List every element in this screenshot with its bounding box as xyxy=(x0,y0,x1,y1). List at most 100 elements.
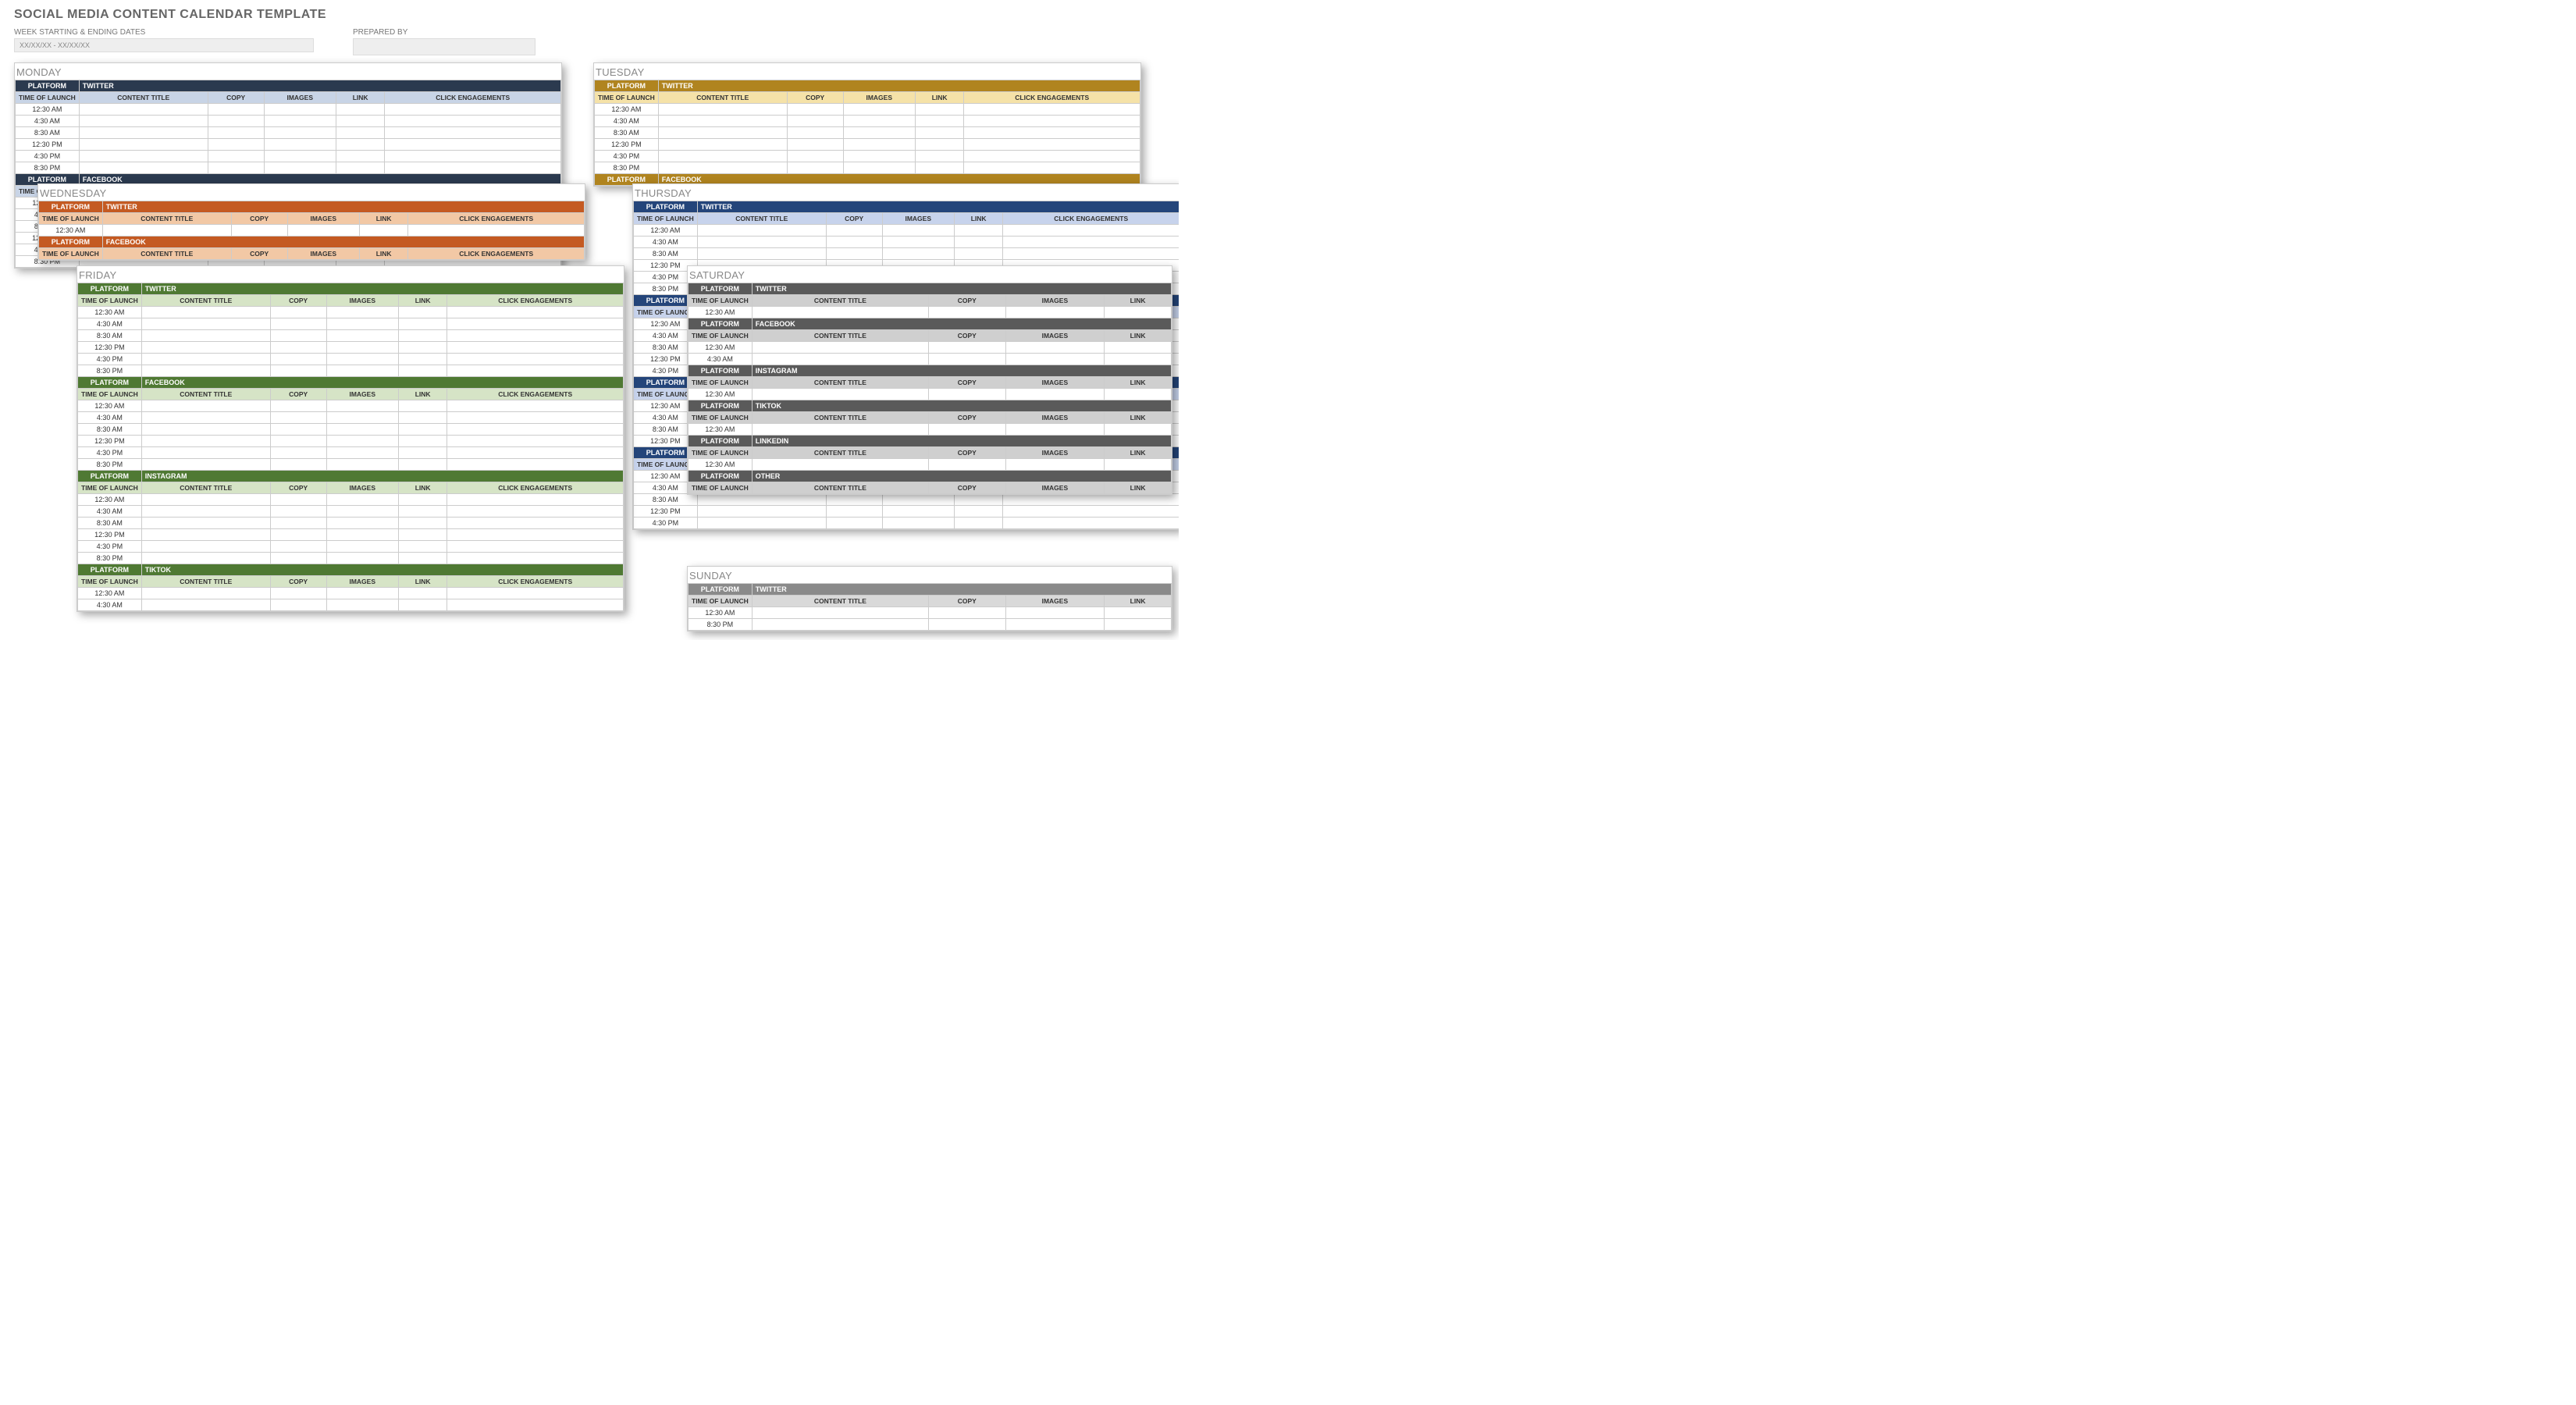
table-row[interactable]: 4:30 PM xyxy=(595,151,1140,162)
col-images: IMAGES xyxy=(882,213,954,225)
time-cell: 12:30 AM xyxy=(78,400,142,412)
col-time: TIME OF LAUNCH xyxy=(39,248,103,260)
table-row[interactable]: 8:30 AM xyxy=(595,127,1140,139)
time-cell: 12:30 AM xyxy=(688,607,753,619)
table-row[interactable]: 12:30 AM xyxy=(78,494,624,506)
table-row[interactable]: 8:30 AM xyxy=(78,518,624,529)
table-row[interactable]: 4:30 AM xyxy=(634,237,1179,248)
table-row[interactable]: 4:30 PM xyxy=(78,447,624,459)
table-row[interactable]: 12:30 AM xyxy=(78,307,624,318)
time-cell: 4:30 PM xyxy=(78,354,142,365)
time-cell: 8:30 AM xyxy=(634,494,698,506)
table-row[interactable]: 12:30 PM xyxy=(16,139,561,151)
platform-name: OTHER xyxy=(752,471,1171,482)
table-row[interactable]: 12:30 PM xyxy=(78,529,624,541)
platform-name: TWITTER xyxy=(79,80,560,92)
col-link: LINK xyxy=(398,389,447,400)
table-row[interactable]: 8:30 PM xyxy=(16,162,561,174)
col-images: IMAGES xyxy=(843,92,915,104)
col-time: TIME OF LAUNCH xyxy=(688,447,753,459)
table-row[interactable]: 12:30 AM xyxy=(634,225,1179,237)
col-title: CONTENT TITLE xyxy=(752,482,928,494)
time-cell: 8:30 AM xyxy=(78,424,142,436)
table-row[interactable]: 4:30 AM xyxy=(688,354,1172,365)
table-row[interactable]: 4:30 AM xyxy=(78,412,624,424)
table-row[interactable]: 12:30 PM xyxy=(78,342,624,354)
table-row[interactable]: 12:30 AM xyxy=(688,424,1172,436)
time-cell: 4:30 AM xyxy=(78,506,142,518)
table-row[interactable]: 4:30 AM xyxy=(78,318,624,330)
col-link: LINK xyxy=(915,92,964,104)
table-row[interactable]: 12:30 AM xyxy=(688,342,1172,354)
col-time: TIME OF LAUNCH xyxy=(78,389,142,400)
col-time: TIME OF LAUNCH xyxy=(595,92,659,104)
table-row[interactable]: 4:30 PM xyxy=(78,354,624,365)
col-link: LINK xyxy=(359,248,408,260)
col-time: TIME OF LAUNCH xyxy=(78,482,142,494)
card-wednesday: WEDNESDAY PLATFORMTWITTER TIME OF LAUNCH… xyxy=(37,183,585,261)
platform-cell: PLATFORM xyxy=(688,471,753,482)
col-clicks: CLICK ENGAGEMENTS xyxy=(447,576,624,588)
table-row[interactable]: 12:30 AM xyxy=(688,459,1172,471)
table-row[interactable]: 12:30 PM xyxy=(595,139,1140,151)
table-row[interactable]: 8:30 AM xyxy=(634,248,1179,260)
table-row[interactable]: 4:30 PM xyxy=(16,151,561,162)
table-row[interactable]: 12:30 AM xyxy=(688,607,1172,619)
dates-input[interactable]: XX/XX/XX - XX/XX/XX xyxy=(14,38,314,52)
time-cell: 4:30 AM xyxy=(78,599,142,611)
time-cell: 4:30 AM xyxy=(595,116,659,127)
table-row[interactable]: 4:30 PM xyxy=(634,518,1179,529)
col-link: LINK xyxy=(954,213,1003,225)
table-row[interactable]: 12:30 PM xyxy=(78,436,624,447)
table-row[interactable]: 8:30 AM xyxy=(16,127,561,139)
table-row[interactable]: 8:30 PM xyxy=(78,365,624,377)
table-row[interactable]: 12:30 AM xyxy=(688,389,1172,400)
platform-cell: PLATFORM xyxy=(688,318,753,330)
col-clicks: CLICK ENGAGEMENTS xyxy=(408,248,585,260)
time-cell: 4:30 PM xyxy=(78,447,142,459)
table-row[interactable]: 4:30 AM xyxy=(16,116,561,127)
table-row[interactable]: 8:30 AM xyxy=(78,424,624,436)
table-row[interactable]: 4:30 AM xyxy=(595,116,1140,127)
time-cell: 4:30 PM xyxy=(595,151,659,162)
time-cell: 4:30 PM xyxy=(16,151,80,162)
col-link: LINK xyxy=(1105,295,1172,307)
platform-name: INSTAGRAM xyxy=(141,471,623,482)
table-row[interactable]: 8:30 AM xyxy=(78,330,624,342)
col-images: IMAGES xyxy=(1005,482,1105,494)
col-copy: COPY xyxy=(826,213,882,225)
table-row[interactable]: 12:30 AM xyxy=(595,104,1140,116)
prepared-input[interactable] xyxy=(353,38,535,55)
time-cell: 12:30 PM xyxy=(78,529,142,541)
table-row[interactable]: 12:30 PM xyxy=(634,506,1179,518)
table-row[interactable]: 12:30 AM xyxy=(78,588,624,599)
table-row[interactable]: 4:30 PM xyxy=(78,541,624,553)
platform-name: TWITTER xyxy=(141,283,623,295)
table-row[interactable]: 12:30 AM xyxy=(688,307,1172,318)
meta-row: WEEK STARTING & ENDING DATES XX/XX/XX - … xyxy=(14,28,1179,55)
col-clicks: CLICK ENGAGEMENTS xyxy=(447,389,624,400)
table-row[interactable]: 8:30 AM xyxy=(634,494,1179,506)
table-row[interactable]: 4:30 AM xyxy=(78,599,624,611)
col-title: CONTENT TITLE xyxy=(752,447,928,459)
table-row[interactable]: 8:30 PM xyxy=(595,162,1140,174)
page-title: SOCIAL MEDIA CONTENT CALENDAR TEMPLATE xyxy=(14,8,1179,22)
platform-name: TIKTOK xyxy=(141,564,623,576)
day-label-friday: FRIDAY xyxy=(79,269,624,281)
time-cell: 8:30 PM xyxy=(78,365,142,377)
table-row[interactable]: 8:30 PM xyxy=(78,553,624,564)
col-time: TIME OF LAUNCH xyxy=(16,92,80,104)
table-row[interactable]: 12:30 AM xyxy=(16,104,561,116)
col-title: CONTENT TITLE xyxy=(752,377,928,389)
time-cell: 8:30 AM xyxy=(595,127,659,139)
table-row[interactable]: 8:30 PM xyxy=(78,459,624,471)
table-row[interactable]: 12:30 AM xyxy=(39,225,585,237)
col-title: CONTENT TITLE xyxy=(102,248,231,260)
table-row[interactable]: 12:30 AM xyxy=(78,400,624,412)
card-friday: FRIDAY PLATFORMTWITTER TIME OF LAUNCHCON… xyxy=(76,265,624,612)
col-title: CONTENT TITLE xyxy=(658,92,787,104)
table-row[interactable]: 4:30 AM xyxy=(78,506,624,518)
table-row[interactable]: 8:30 PM xyxy=(688,619,1172,631)
col-time: TIME OF LAUNCH xyxy=(39,213,103,225)
day-label-wednesday: WEDNESDAY xyxy=(40,187,585,199)
